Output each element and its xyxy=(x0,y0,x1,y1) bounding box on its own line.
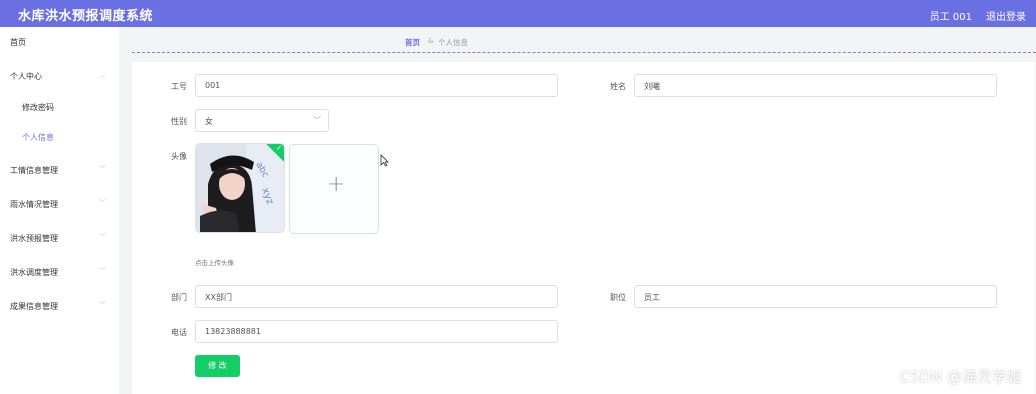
position-label: 职位 xyxy=(610,293,626,302)
sidebar: 首页 个人中心 ︿ 修改密码 个人信息 工情信息管理 ﹀ 雨水情况管理 ﹀ 洪水… xyxy=(0,27,119,394)
position-value: 员工 xyxy=(644,293,660,302)
phone-field[interactable]: 13823888881 xyxy=(195,320,558,343)
chevron-down-icon: ﹀ xyxy=(99,199,106,207)
sidebar-item-work-info[interactable]: 工情信息管理 ﹀ xyxy=(0,160,119,180)
sidebar-item-label: 洪水调度管理 xyxy=(10,268,58,277)
sidebar-item-label: 雨水情况管理 xyxy=(10,200,58,209)
sidebar-item-personal-info[interactable]: 个人信息 xyxy=(0,127,119,147)
sidebar-item-home[interactable]: 首页 xyxy=(0,32,119,52)
sidebar-item-label: 首页 xyxy=(10,38,26,47)
chevron-down-icon: ﹀ xyxy=(99,165,106,173)
gender-select[interactable]: 女 ﹀ xyxy=(195,109,329,132)
sidebar-item-label: 洪水预报管理 xyxy=(10,234,58,243)
name-field[interactable]: 刘曦 xyxy=(634,74,997,97)
sidebar-item-flood-forecast[interactable]: 洪水预报管理 ﹀ xyxy=(0,228,119,248)
position-field[interactable]: 员工 xyxy=(634,285,997,308)
employee-id-value: 001 xyxy=(205,81,221,90)
mouse-cursor-icon xyxy=(380,154,389,167)
chevron-down-icon: ﹀ xyxy=(99,301,106,309)
chevron-down-icon: ﹀ xyxy=(99,233,106,241)
chevron-up-icon: ︿ xyxy=(99,71,106,79)
employee-id-field[interactable]: 001 xyxy=(195,74,558,97)
current-user: 员工 001 xyxy=(929,12,972,23)
phone-value: 13823888881 xyxy=(205,327,261,336)
avatar-label: 头像 xyxy=(171,152,187,161)
sidebar-item-label: 修改密码 xyxy=(22,103,54,112)
breadcrumb-home[interactable]: 首页 xyxy=(405,37,420,48)
sidebar-item-results[interactable]: 成果信息管理 ﹀ xyxy=(0,296,119,316)
top-bar: 水库洪水预报调度系统 员工 001 退出登录 xyxy=(0,0,1036,27)
gender-value: 女 xyxy=(205,117,213,126)
logout-link[interactable]: 退出登录 xyxy=(986,8,1026,23)
avatar-upload-hint: 点击上传头像 xyxy=(195,259,234,267)
breadcrumb-current: 个人信息 xyxy=(438,38,468,47)
phone-label: 电话 xyxy=(171,328,187,337)
chevron-down-icon: ﹀ xyxy=(313,116,321,125)
sidebar-item-change-password[interactable]: 修改密码 xyxy=(0,97,119,117)
sidebar-item-label: 成果信息管理 xyxy=(10,302,58,311)
name-label: 姓名 xyxy=(610,82,626,91)
breadcrumb-separator: & xyxy=(428,37,434,45)
sidebar-item-flood-dispatch[interactable]: 洪水调度管理 ﹀ xyxy=(0,262,119,282)
watermark: CSDN @海灵学姐 xyxy=(899,368,1022,386)
sidebar-item-label: 个人中心 xyxy=(10,72,42,81)
sidebar-item-personal-center[interactable]: 个人中心 ︿ xyxy=(0,66,119,86)
avatar-upload-button[interactable]: + xyxy=(289,144,379,234)
profile-form: 工号 001 姓名 刘曦 性别 女 ﹀ 头像 abc xyz ✓ + 点击上传头… xyxy=(132,62,1035,394)
chevron-down-icon: ﹀ xyxy=(99,267,106,275)
employee-id-label: 工号 xyxy=(171,82,187,91)
avatar-photo: abc xyz xyxy=(196,144,284,232)
name-value: 刘曦 xyxy=(644,82,660,91)
submit-button[interactable]: 修 改 xyxy=(195,355,240,377)
sidebar-item-label: 个人信息 xyxy=(22,133,54,142)
sidebar-item-label: 工情信息管理 xyxy=(10,166,58,175)
gender-label: 性别 xyxy=(171,117,187,126)
department-label: 部门 xyxy=(171,293,187,302)
avatar-image[interactable]: abc xyz ✓ xyxy=(195,143,285,233)
check-icon: ✓ xyxy=(276,144,282,152)
app-title: 水库洪水预报调度系统 xyxy=(18,9,154,24)
sidebar-item-rain-status[interactable]: 雨水情况管理 ﹀ xyxy=(0,194,119,214)
breadcrumb: 首页 & 个人信息 xyxy=(132,33,1036,53)
department-value: XX部门 xyxy=(205,293,232,302)
plus-icon: + xyxy=(327,172,346,197)
department-field[interactable]: XX部门 xyxy=(195,285,558,308)
